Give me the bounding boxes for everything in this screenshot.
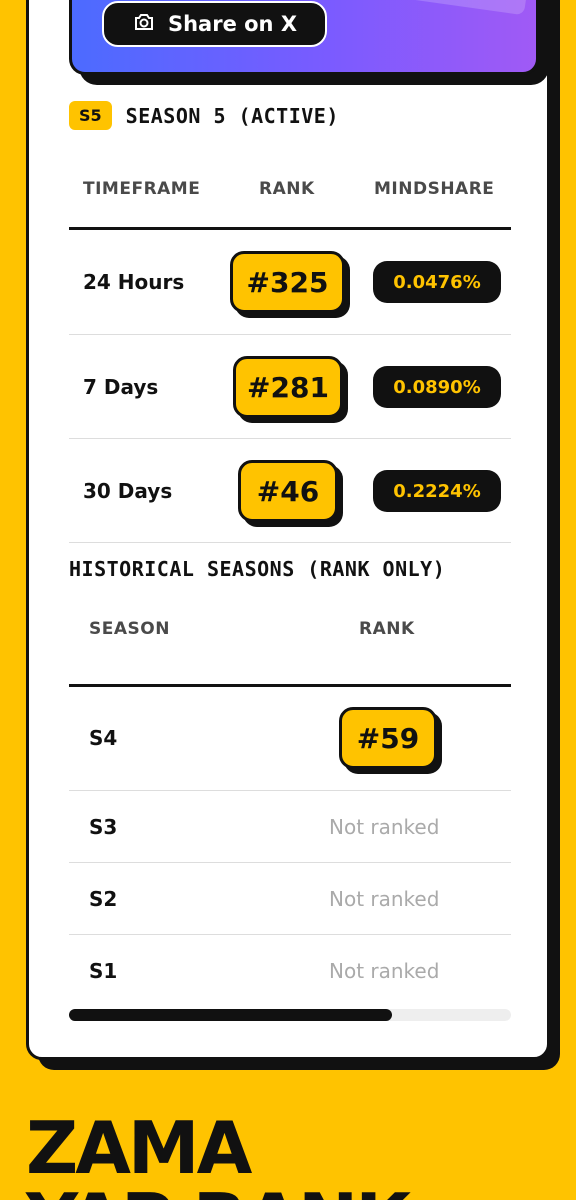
row-divider <box>69 542 511 543</box>
season-cell: S3 <box>89 814 118 839</box>
rank-pill-wrapper: #281 <box>233 356 348 423</box>
brand-title: ZAMA <box>26 1106 252 1190</box>
table-row: 30 Days #46 0.2224% <box>69 439 511 543</box>
mindshare-pill: 0.2224% <box>373 470 501 512</box>
header-timeframe: TIMEFRAME <box>83 179 201 199</box>
season-cell: S2 <box>89 886 118 911</box>
header-mindshare: MINDSHARE <box>374 179 495 199</box>
header-season: SEASON <box>89 619 170 639</box>
table-header: TIMEFRAME RANK MINDSHARE <box>69 179 511 201</box>
timeframe-cell: 7 Days <box>83 375 159 399</box>
not-ranked-label: Not ranked <box>329 814 440 839</box>
rank-pill: #59 <box>339 707 437 769</box>
share-label: Share on X <box>167 12 298 36</box>
historical-row: S4 #59 <box>69 687 511 789</box>
rank-pill: #46 <box>238 460 338 522</box>
camera-icon <box>132 10 156 39</box>
table-row: 24 Hours #325 0.0476% <box>69 230 511 334</box>
not-ranked-label: Not ranked <box>329 886 440 911</box>
season-badge: S5 <box>69 101 112 130</box>
not-ranked-label: Not ranked <box>329 958 440 983</box>
historical-row: S3 Not ranked <box>69 791 511 862</box>
rank-pill-wrapper: #59 <box>339 707 442 774</box>
banner-decoration <box>404 0 528 16</box>
brand-subtitle: YAP RANK <box>26 1184 411 1200</box>
season-header: S5 SEASON 5 (ACTIVE) <box>69 101 339 130</box>
mindshare-pill: 0.0890% <box>373 366 501 408</box>
horizontal-scrollbar[interactable] <box>69 1009 511 1021</box>
rank-pill-wrapper: #325 <box>230 251 350 318</box>
rank-card: Share on X S5 SEASON 5 (ACTIVE) TIMEFRAM… <box>26 0 550 1060</box>
season-title: SEASON 5 (ACTIVE) <box>125 103 339 128</box>
timeframe-cell: 30 Days <box>83 479 173 503</box>
scrollbar-thumb[interactable] <box>69 1009 392 1021</box>
historical-row: S1 Not ranked <box>69 935 511 1006</box>
timeframe-cell: 24 Hours <box>83 270 185 294</box>
season-cell: S1 <box>89 958 118 983</box>
header-rank: RANK <box>359 619 415 639</box>
table-row: 7 Days #281 0.0890% <box>69 335 511 439</box>
rank-pill: #281 <box>233 356 343 418</box>
rank-pill: #325 <box>230 251 345 313</box>
share-on-x-button[interactable]: Share on X <box>102 1 327 47</box>
rank-pill-wrapper: #46 <box>238 460 343 527</box>
profile-banner: Share on X <box>69 0 539 75</box>
historical-title: HISTORICAL SEASONS (RANK ONLY) <box>69 557 446 581</box>
mindshare-pill: 0.0476% <box>373 261 501 303</box>
historical-row: S2 Not ranked <box>69 863 511 934</box>
header-rank: RANK <box>259 179 315 199</box>
season-cell: S4 <box>89 726 118 750</box>
